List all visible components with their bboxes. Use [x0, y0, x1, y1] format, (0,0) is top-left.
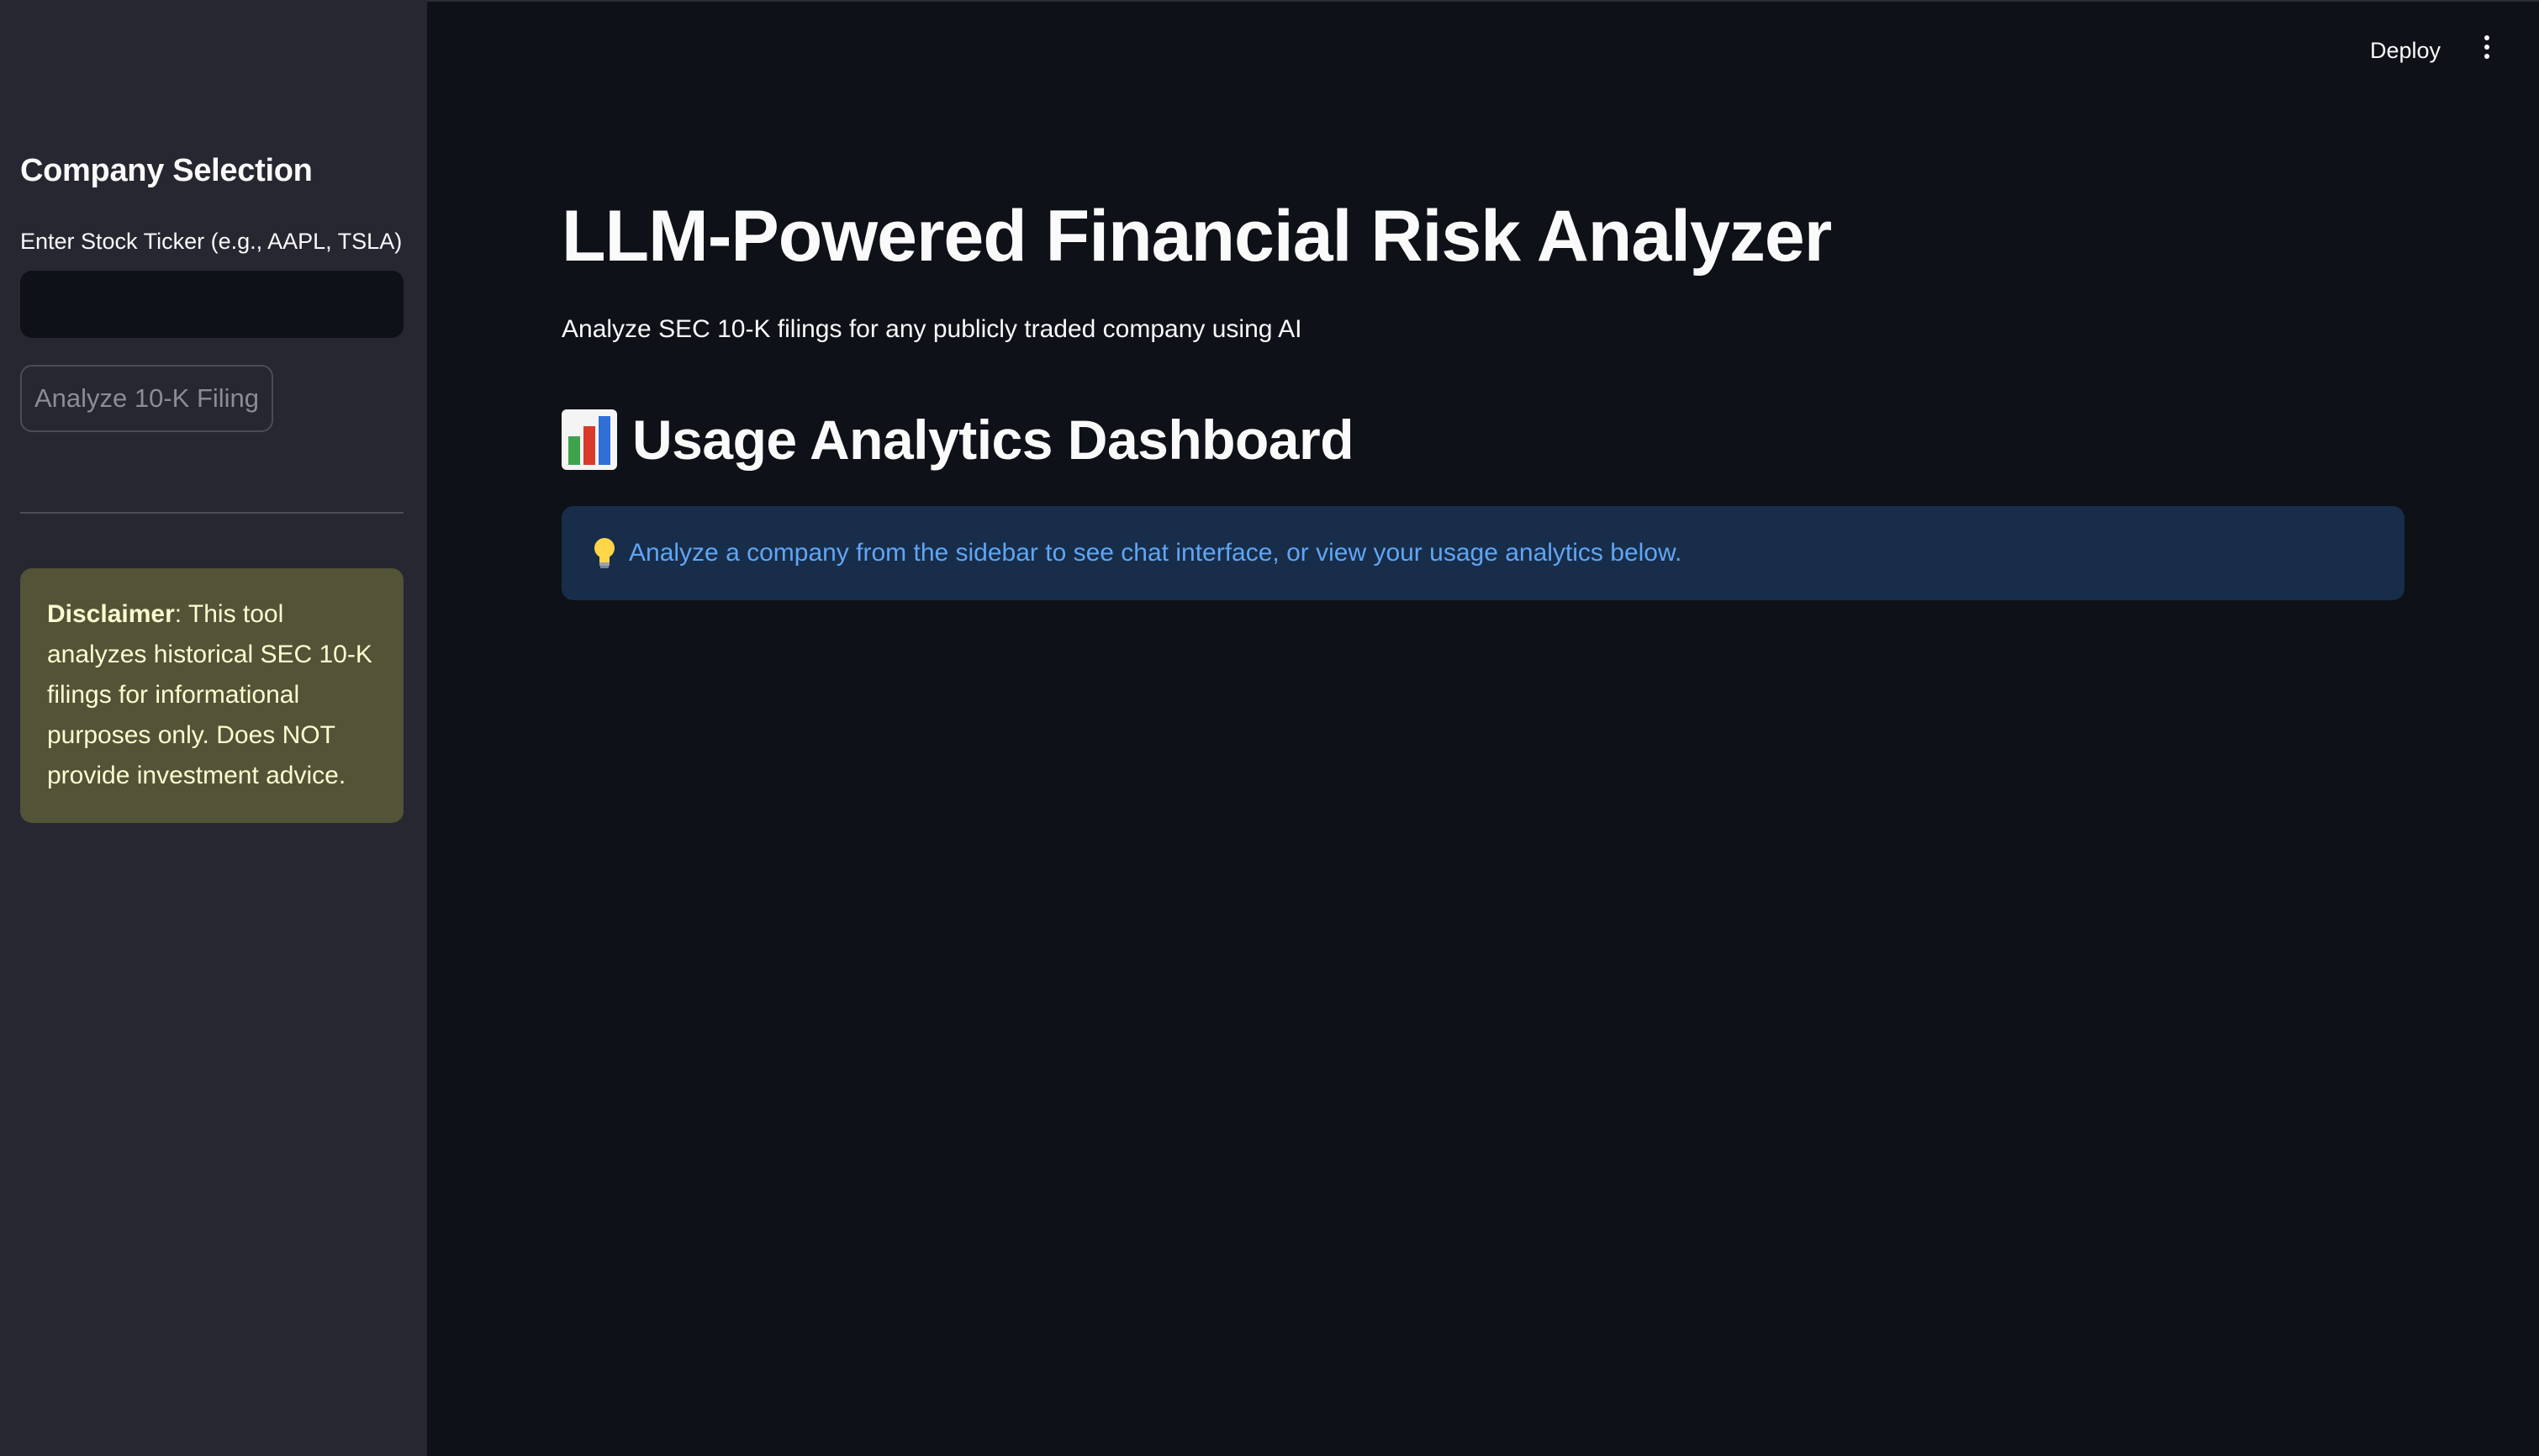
section-heading: Usage Analytics Dashboard [562, 402, 1354, 477]
bar-chart-icon [562, 409, 617, 470]
deploy-button[interactable]: Deploy [2359, 34, 2452, 67]
light-bulb-icon [594, 538, 615, 568]
app-root: Company Selection Enter Stock Ticker (e.… [0, 0, 2539, 1456]
more-vertical-icon[interactable] [2477, 35, 2497, 69]
sidebar-divider [20, 512, 404, 514]
disclaimer-box: Disclaimer: This tool analyzes historica… [20, 568, 404, 823]
disclaimer-text: : This tool analyzes historical SEC 10-K… [47, 600, 372, 789]
disclaimer-bold: Disclaimer [47, 600, 175, 628]
ticker-input[interactable] [20, 271, 404, 338]
analyze-filing-button[interactable]: Analyze 10-K Filing [20, 365, 273, 432]
ticker-label: Enter Stock Ticker (e.g., AAPL, TSLA) [20, 229, 403, 254]
sidebar-header: Company Selection [20, 153, 313, 188]
page-title: LLM-Powered Financial Risk Analyzer [562, 196, 1832, 277]
section-heading-text: Usage Analytics Dashboard [632, 409, 1354, 471]
page-subtitle: Analyze SEC 10-K filings for any publicl… [562, 315, 1302, 343]
info-alert-text: Analyze a company from the sidebar to se… [629, 539, 1682, 567]
sidebar: Company Selection Enter Stock Ticker (e.… [0, 0, 427, 1456]
info-alert: Analyze a company from the sidebar to se… [562, 506, 2404, 600]
